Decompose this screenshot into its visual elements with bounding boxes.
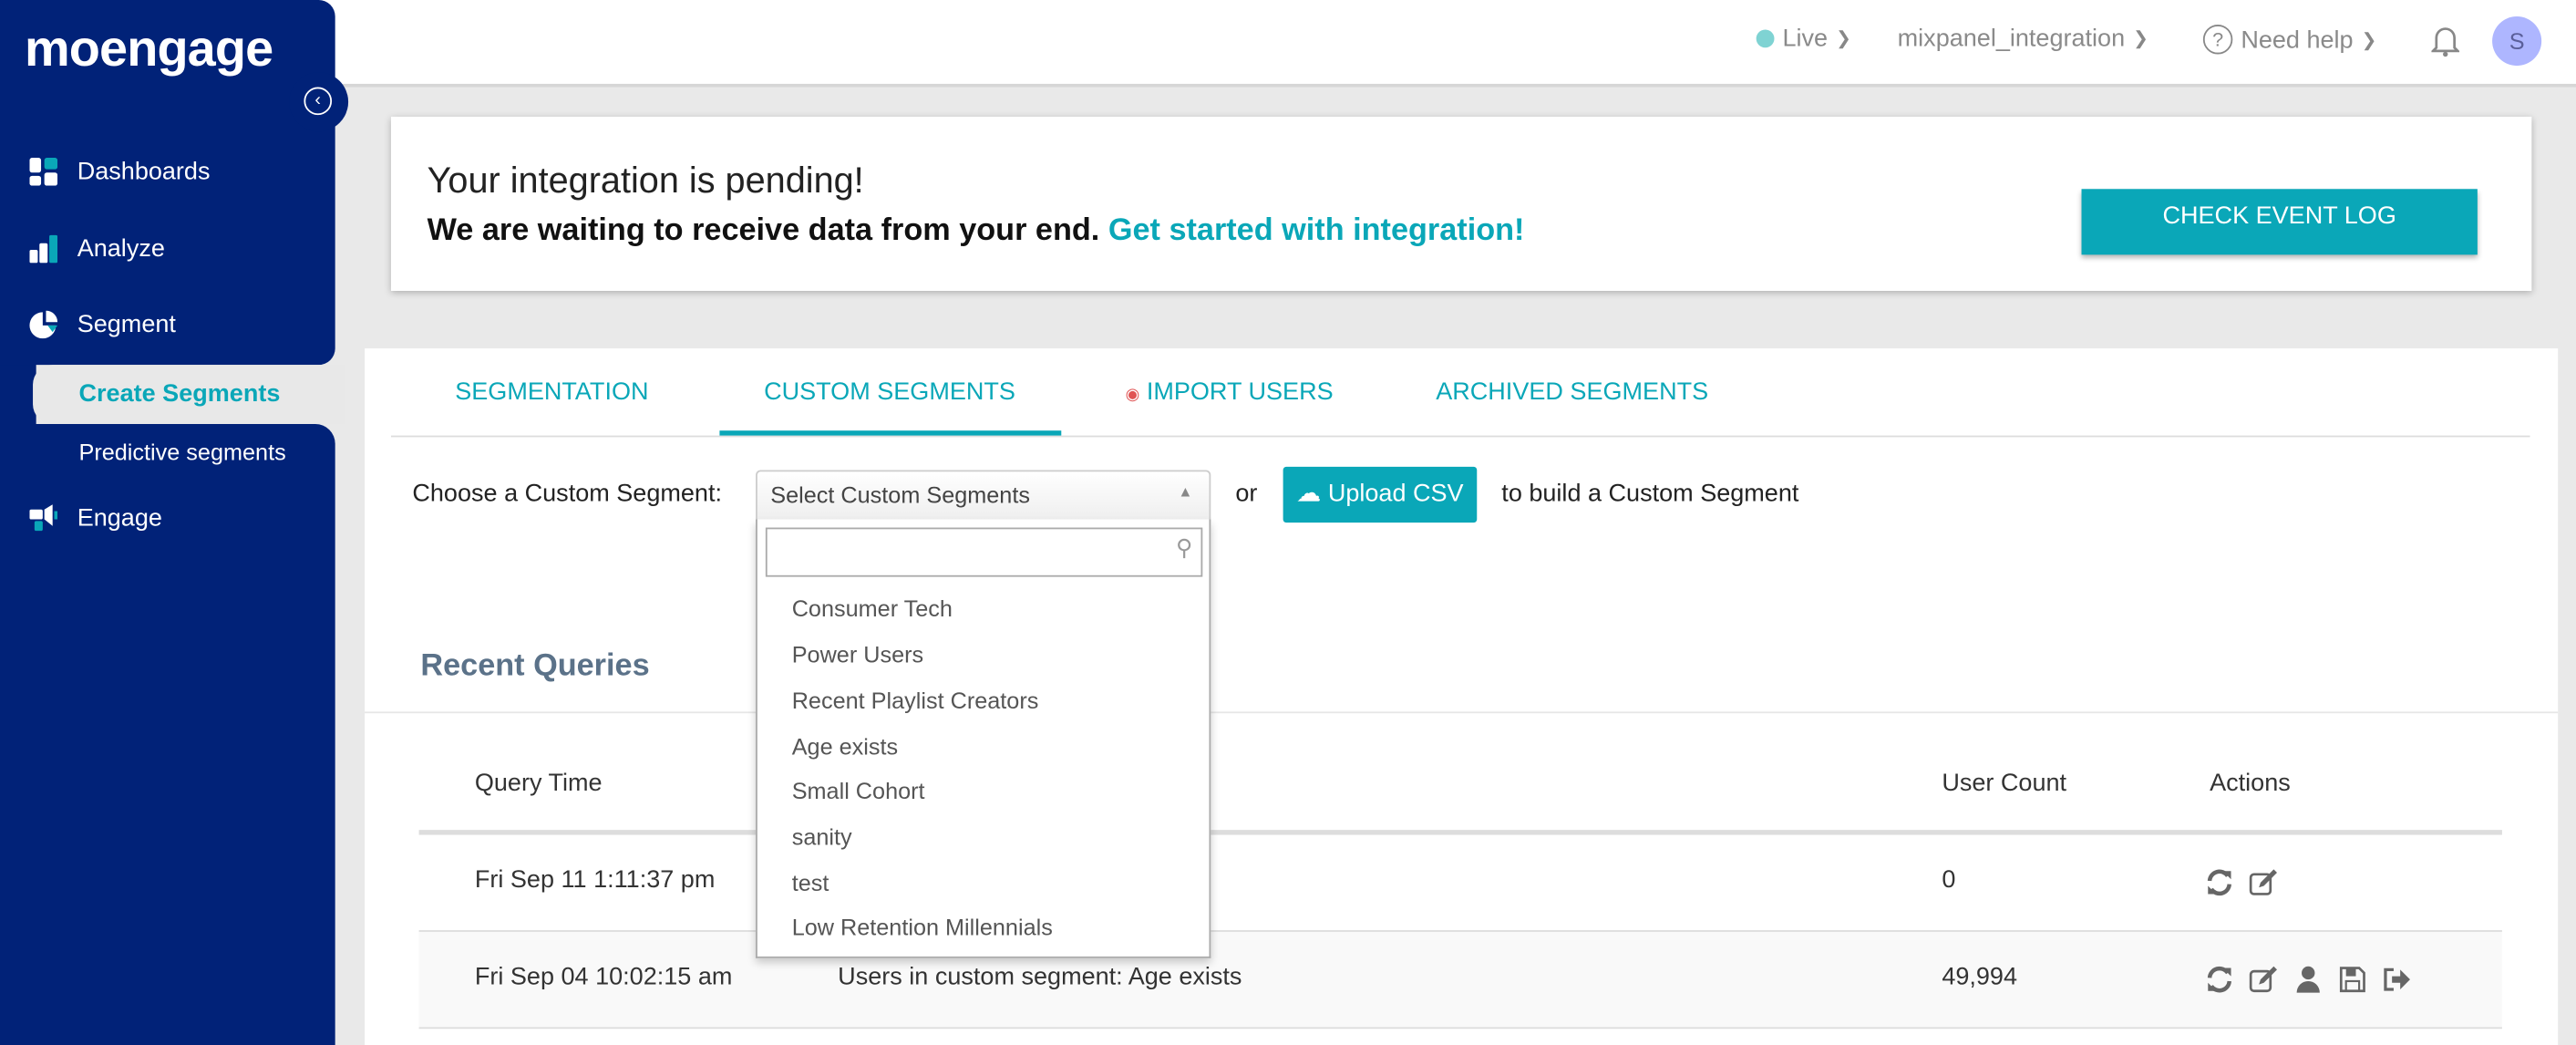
refresh-icon[interactable] [2205,965,2234,994]
top-header [0,0,2576,88]
status-dot-icon [1756,29,1775,48]
select-placeholder: Select Custom Segments [770,481,1030,508]
megaphone-icon [29,504,58,532]
app-selector[interactable]: mixpanel_integration ❯ [1898,25,2148,53]
divider [365,711,2559,714]
table-header-divider [418,830,2502,835]
dropdown-option[interactable]: sanity [792,823,852,850]
help-label: Need help [2241,25,2354,54]
sidebar-subitem-predictive-segments[interactable]: Predictive segments [79,439,286,465]
edit-icon[interactable] [2249,868,2278,897]
env-label: Live [1782,25,1829,53]
refresh-icon[interactable] [2205,868,2234,897]
row-query-time: Fri Sep 11 1:11:37 pm [474,865,716,895]
cloud-upload-icon: ☁ [1296,480,1322,508]
export-icon[interactable] [2382,965,2411,994]
row-user-count: 0 [1942,865,1956,895]
pie-chart-icon [29,310,58,339]
tab-label: IMPORT USERS [1146,378,1334,407]
row-description: Users in custom segment: Age exists [838,963,1242,991]
user-icon[interactable] [2293,965,2323,994]
upload-csv-button[interactable]: ☁ Upload CSV [1283,466,1478,523]
sidebar-item-label: Segment [77,310,176,339]
row-actions [2205,965,2412,994]
banner-title: Your integration is pending! [427,159,864,201]
column-actions: Actions [2210,769,2291,798]
banner-message-text: We are waiting to receive data from your… [427,213,1100,249]
sidebar-item-analyze[interactable]: Analyze [29,234,165,264]
bell-icon[interactable] [2431,25,2460,57]
row-divider [418,930,2502,932]
sidebar-item-segment[interactable]: Segment [29,310,176,339]
sidebar-item-label: Dashboards [77,158,211,186]
chevron-down-icon: ❯ [2133,29,2148,50]
tab-divider [390,435,2530,438]
segment-dropdown: ⚲ Consumer Tech Power Users Recent Playl… [756,519,1211,958]
row-divider [418,1027,2502,1029]
app-label: mixpanel_integration [1897,25,2126,53]
choose-segment-label: Choose a Custom Segment: [412,480,722,508]
sidebar-item-label: Engage [77,504,162,533]
column-query-time: Query Time [474,769,603,798]
help-menu[interactable]: ? Need help ❯ [2202,25,2377,55]
sidebar-item-engage[interactable]: Engage [29,504,162,533]
help-icon: ? [2202,25,2233,55]
logo: moengage [25,19,273,78]
dropdown-option[interactable]: Age exists [792,733,898,760]
search-icon: ⚲ [1175,533,1193,561]
dropdown-option[interactable]: Small Cohort [792,777,925,803]
dropdown-option[interactable]: Recent Playlist Creators [792,687,1039,713]
dropdown-option[interactable]: test [792,869,829,895]
alert-dot-icon: ◉ [1125,386,1140,405]
row-actions [2205,868,2279,897]
dropdown-search-input[interactable]: ⚲ [765,527,1203,577]
collapse-sidebar-button[interactable]: ‹ [289,72,349,132]
check-event-log-button[interactable]: CHECK EVENT LOG [2081,189,2478,255]
tab-custom-segments[interactable]: CUSTOM SEGMENTS [764,378,1015,407]
save-icon[interactable] [2338,965,2367,994]
row-query-time: Fri Sep 04 10:02:15 am [474,963,733,991]
sidebar-item-dashboards[interactable]: Dashboards [29,158,210,186]
upload-label: Upload CSV [1327,480,1464,508]
sidebar-subitem-label[interactable]: Create Segments [79,379,281,408]
banner-message: We are waiting to receive data from your… [428,213,1525,250]
row-user-count: 49,994 [1942,963,2018,991]
column-user-count: User Count [1942,769,2067,798]
recent-queries-title: Recent Queries [420,648,650,684]
tab-archived-segments[interactable]: ARCHIVED SEGMENTS [1436,378,1708,407]
tab-segmentation[interactable]: SEGMENTATION [455,378,648,407]
chevron-down-icon: ❯ [1836,29,1851,50]
caret-up-icon: ▲ [1178,482,1193,500]
dropdown-option[interactable]: Low Retention Millennials [792,914,1053,940]
active-tab-indicator [719,430,1062,436]
dashboard-icon [29,158,58,186]
chevron-down-icon: ❯ [2361,30,2377,50]
sidebar-item-label: Analyze [77,234,165,264]
dropdown-option[interactable]: Power Users [792,641,923,667]
integration-banner: Your integration is pending! We are wait… [390,116,2532,292]
bar-chart-icon [29,234,58,264]
integration-link[interactable]: Get started with integration! [1108,213,1525,248]
custom-segment-select[interactable]: Select Custom Segments ▲ [756,470,1211,523]
or-label: or [1235,480,1258,508]
chevron-left-icon: ‹ [304,87,333,116]
avatar[interactable]: S [2492,16,2542,67]
build-segment-label: to build a Custom Segment [1501,480,1799,508]
tab-import-users[interactable]: ◉ IMPORT USERS [1126,378,1334,407]
env-selector[interactable]: Live ❯ [1756,25,1851,53]
edit-icon[interactable] [2249,965,2278,994]
dropdown-option[interactable]: Consumer Tech [792,595,953,621]
